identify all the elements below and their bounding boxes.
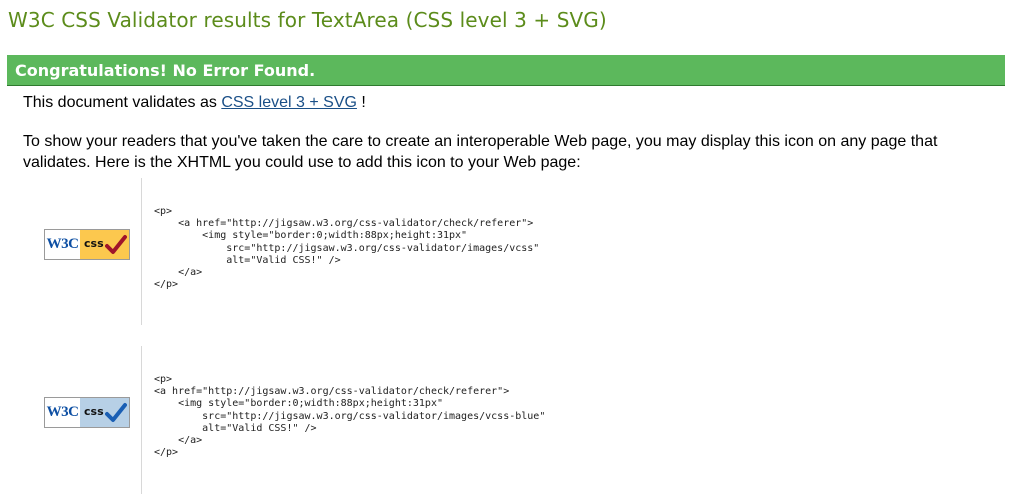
w3c-logo: W3C	[45, 230, 80, 259]
validates-suffix: !	[361, 94, 366, 111]
checkmark-icon	[105, 403, 127, 422]
badge-html-snippet: <p> <a href="http://jigsaw.w3.org/css-va…	[154, 206, 540, 291]
css-label: css	[84, 405, 104, 418]
code-divider	[141, 346, 142, 494]
badge-html-snippet-blue: <p> <a href="http://jigsaw.w3.org/css-va…	[154, 374, 546, 459]
valid-css-blue-badge[interactable]: W3C css	[44, 397, 130, 428]
checkmark-icon	[105, 235, 127, 254]
validates-prefix: This document validates as	[23, 94, 217, 111]
page-title: W3C CSS Validator results for TextArea (…	[8, 8, 607, 32]
valid-css-badge[interactable]: W3C css	[44, 229, 130, 260]
congratulations-text: Congratulations! No Error Found.	[15, 61, 316, 80]
css-label: css	[84, 237, 104, 250]
congratulations-banner: Congratulations! No Error Found.	[7, 55, 1005, 86]
validates-line: This document validates as CSS level 3 +…	[23, 94, 366, 112]
code-divider	[141, 178, 142, 325]
css-profile-link[interactable]: CSS level 3 + SVG	[221, 94, 357, 111]
icon-info-paragraph: To show your readers that you've taken t…	[23, 133, 938, 171]
w3c-logo: W3C	[45, 398, 80, 427]
